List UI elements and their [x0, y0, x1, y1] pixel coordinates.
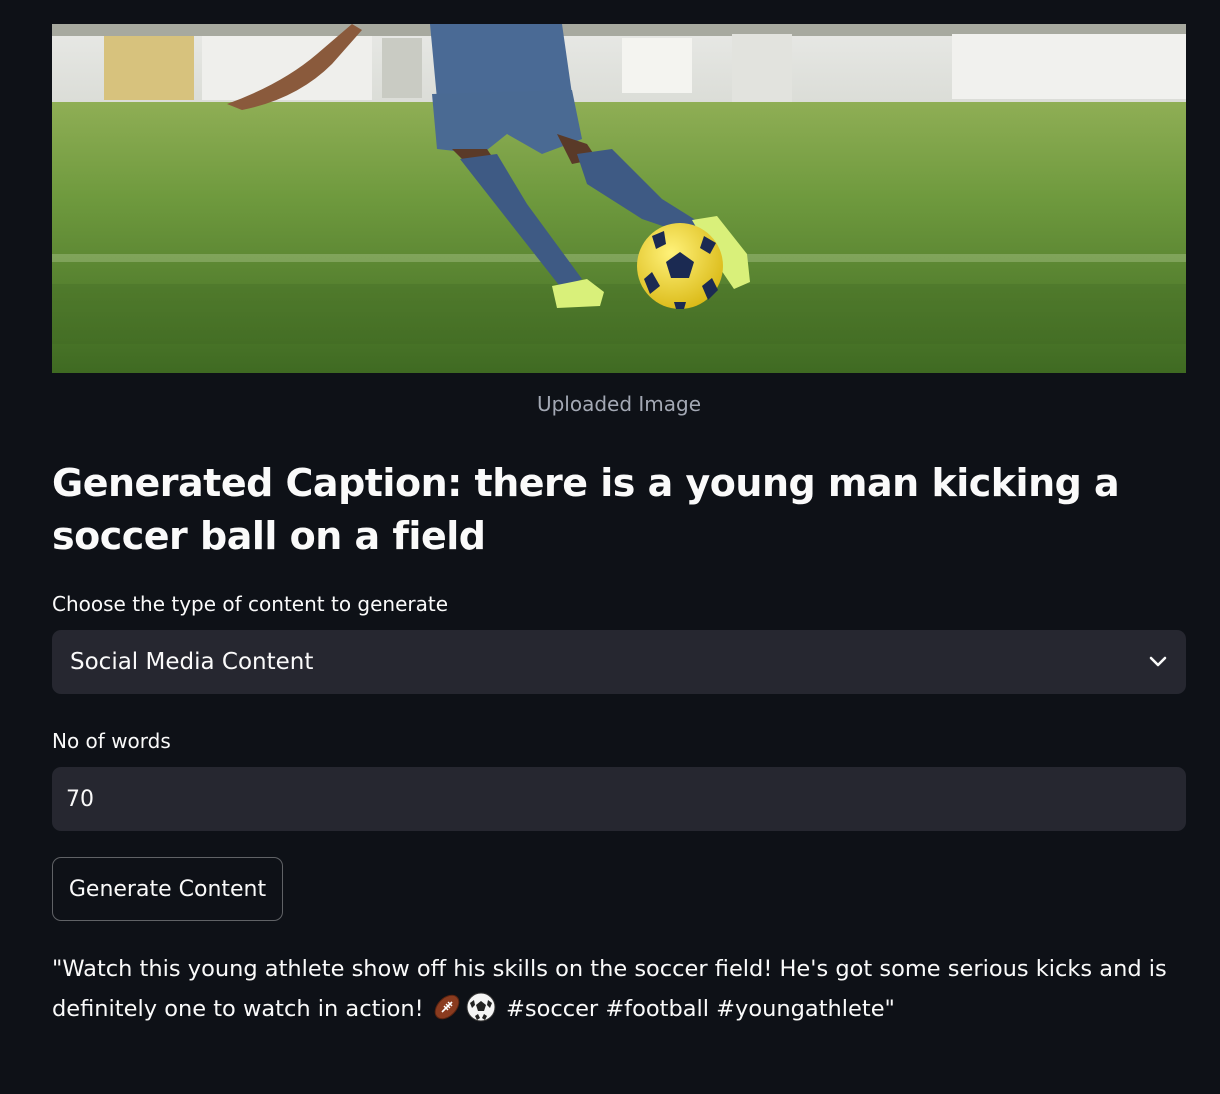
app-root: Uploaded Image Generated Caption: there … — [0, 0, 1220, 1094]
american-football-icon — [431, 991, 463, 1023]
main-content: Uploaded Image Generated Caption: there … — [52, 24, 1186, 1029]
soccer-ball-icon — [465, 991, 497, 1023]
output-text-end: #soccer #football #youngathlete" — [498, 996, 895, 1022]
content-type-select[interactable]: Social Media Content — [52, 630, 1186, 694]
content-type-label: Choose the type of content to generate — [52, 592, 449, 616]
word-count-input[interactable] — [52, 767, 1186, 831]
generated-content-output: "Watch this young athlete show off his s… — [52, 949, 1186, 1029]
uploaded-image — [52, 24, 1186, 373]
generate-content-button[interactable]: Generate Content — [52, 857, 283, 921]
content-type-selected-value: Social Media Content — [70, 649, 314, 675]
image-caption: Uploaded Image — [536, 392, 702, 416]
word-count-label: No of words — [52, 729, 171, 753]
generated-caption-heading: Generated Caption: there is a young man … — [52, 461, 1120, 558]
chevron-down-icon[interactable] — [1148, 652, 1168, 672]
